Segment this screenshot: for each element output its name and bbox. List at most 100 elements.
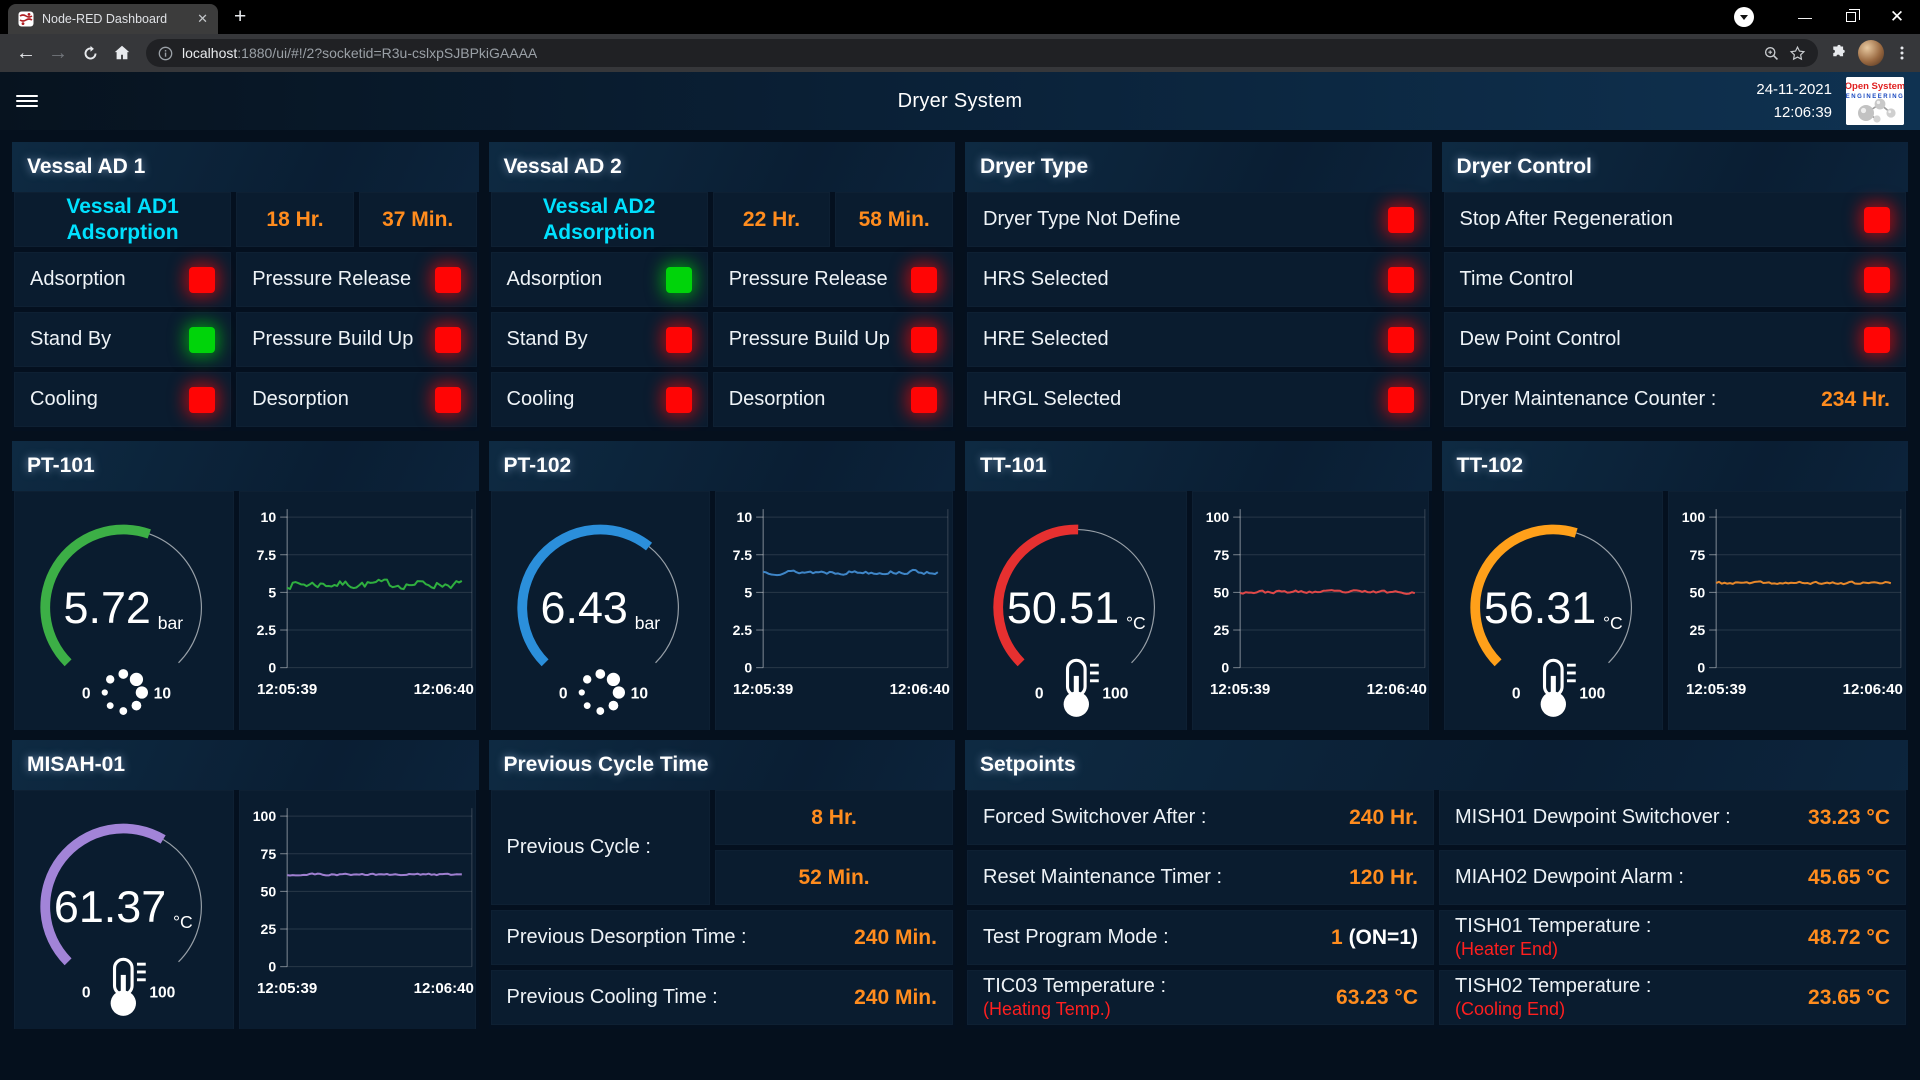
x-start-label: 12:05:39 [1686,681,1746,698]
status-label: Pressure Release [729,268,888,291]
extensions-icon[interactable] [1830,44,1848,62]
status-cell-hrs-selected: HRS Selected [967,252,1430,307]
panel-pt-102: PT-1026.43bar010107.552.5012:05:3912:06:… [489,441,956,730]
status-led-red [189,267,215,293]
value-text: 120 Hr. [1349,866,1418,890]
gauge-min-label: 0 [82,685,91,702]
panel-dryer-type: Dryer TypeDryer Type Not DefineHRS Selec… [965,142,1432,431]
vessel-status-text: Vessal AD1Adsorption [66,194,178,246]
value-label-wrap: TIC03 Temperature :(Heating Temp.) [983,975,1166,1020]
thermometer-icon [1540,660,1575,717]
status-cell-dryer-type-not-define: Dryer Type Not Define [967,192,1430,247]
media-control-icon[interactable] [1734,7,1754,27]
y-tick-label: 75 [1213,547,1229,563]
vessel-status-cell: Vessal AD1Adsorption [14,192,231,247]
minimize-button[interactable]: — [1782,0,1828,34]
maximize-button[interactable] [1828,0,1874,34]
y-tick-label: 7.5 [256,547,276,563]
value-text: 48.72 °C [1808,926,1890,950]
status-led-red [1388,207,1414,233]
gauge-max-label: 100 [149,984,175,1001]
panel-title: TT-102 [1442,441,1909,491]
gauge-max-label: 100 [1102,685,1128,702]
panel-title: Previous Cycle Time [489,740,956,790]
url-text: localhost:1880/ui/#!/2?socketid=R3u-cslx… [182,45,537,61]
y-tick-label: 2.5 [733,622,753,638]
gauge-value: 61.37°C [54,881,193,932]
pt-102-gauge: 6.43bar010 [491,491,711,730]
panel-body: 50.51°C0100100755025012:05:3912:06:40 [965,491,1432,730]
status-led-red [189,387,215,413]
status-label: Desorption [252,388,349,411]
status-led-red [435,387,461,413]
status-label: HRGL Selected [983,388,1121,411]
bookmark-star-icon[interactable] [1789,45,1806,62]
back-icon[interactable]: ← [10,37,42,69]
dashboard: Dryer System 24-11-2021 12:06:39 Open Sy… [0,72,1920,1080]
reload-icon[interactable] [74,37,106,69]
y-tick-label: 0 [268,660,276,676]
status-led-green [189,327,215,353]
vessel-status-text: Vessal AD2Adsorption [543,194,655,246]
status-label: Cooling [30,388,98,411]
y-tick-label: 50 [1690,584,1706,600]
vessel-status-cell: Vessal AD2Adsorption [491,192,708,247]
value-label-wrap: Reset Maintenance Timer : [983,866,1222,889]
value-label: TIC03 Temperature : [983,975,1166,998]
toolbar-right [1830,40,1910,66]
gauge-value: 50.51°C [1007,582,1146,633]
cycle-hours-cell: 8 Hr. [715,790,953,845]
panel-grid: Vessal AD 1Vessal AD1Adsorption18 Hr.37 … [0,130,1920,1029]
value-text: 240 Min. [854,926,937,950]
status-led-red [1388,267,1414,293]
status-label: Pressure Build Up [252,328,413,351]
node-red-favicon [18,11,34,27]
panel-title: PT-102 [489,441,956,491]
value-cell-previous-cooling-time: Previous Cooling Time :240 Min. [491,970,953,1025]
y-tick-label: 5 [744,584,752,600]
x-start-label: 12:05:39 [257,980,317,997]
status-cell-pressure-release: Pressure Release [713,252,953,307]
y-tick-label: 75 [260,846,276,862]
status-led-red [666,327,692,353]
panel-title: MISAH-01 [12,740,479,790]
status-label: Desorption [729,388,826,411]
cycle-minutes-cell: 52 Min. [715,850,953,905]
zoom-icon[interactable] [1763,45,1780,62]
info-icon[interactable] [158,46,173,61]
close-button[interactable]: ✕ [1874,0,1920,34]
hours-value: 18 Hr. [266,208,323,232]
new-tab-button[interactable]: + [234,5,246,29]
status-led-red [911,387,937,413]
kebab-menu-icon[interactable] [1894,45,1910,61]
minutes-value: 58 Min. [859,208,930,232]
panel-tt-101: TT-10150.51°C0100100755025012:05:3912:06… [965,441,1432,730]
value-label: TISH02 Temperature : [1455,975,1651,998]
status-led-red [1388,387,1414,413]
value-text: 33.23 °C [1808,806,1890,830]
pt-102-chart: 107.552.5012:05:3912:06:40 [715,491,953,730]
tt-102-chart-cell: 100755025012:05:3912:06:40 [1668,491,1906,730]
app-header: Dryer System 24-11-2021 12:06:39 Open Sy… [0,72,1920,130]
panel-previous-cycle-time: Previous Cycle TimePrevious Cycle :8 Hr.… [489,740,956,1029]
status-cell-stand-by: Stand By [14,312,231,367]
status-label: Cooling [507,388,575,411]
gauge-max-label: 100 [1579,685,1605,702]
value-cell-tish02-temperature: TISH02 Temperature :(Cooling End)23.65 °… [1439,970,1906,1025]
value-text: 23.65 °C [1808,986,1890,1010]
address-bar[interactable]: localhost:1880/ui/#!/2?socketid=R3u-cslx… [146,39,1818,67]
profile-avatar[interactable] [1858,40,1884,66]
forward-icon[interactable]: → [42,37,74,69]
home-icon[interactable] [106,37,138,69]
browser-tab[interactable]: Node-RED Dashboard ✕ [8,4,218,34]
gauge-value: 5.72bar [64,582,184,633]
gauge-min-label: 0 [1511,685,1520,702]
panel-body: Vessal AD2Adsorption22 Hr.58 Min.Adsorpt… [489,192,956,431]
x-start-label: 12:05:39 [257,681,317,698]
status-led-red [666,387,692,413]
tab-close-icon[interactable]: ✕ [197,11,208,27]
misah-01-chart: 100755025012:05:3912:06:40 [239,790,477,1029]
y-tick-label: 0 [268,959,276,975]
value-label-wrap: MIAH02 Dewpoint Alarm : [1455,866,1684,889]
misah-01-chart-cell: 100755025012:05:3912:06:40 [239,790,477,1029]
